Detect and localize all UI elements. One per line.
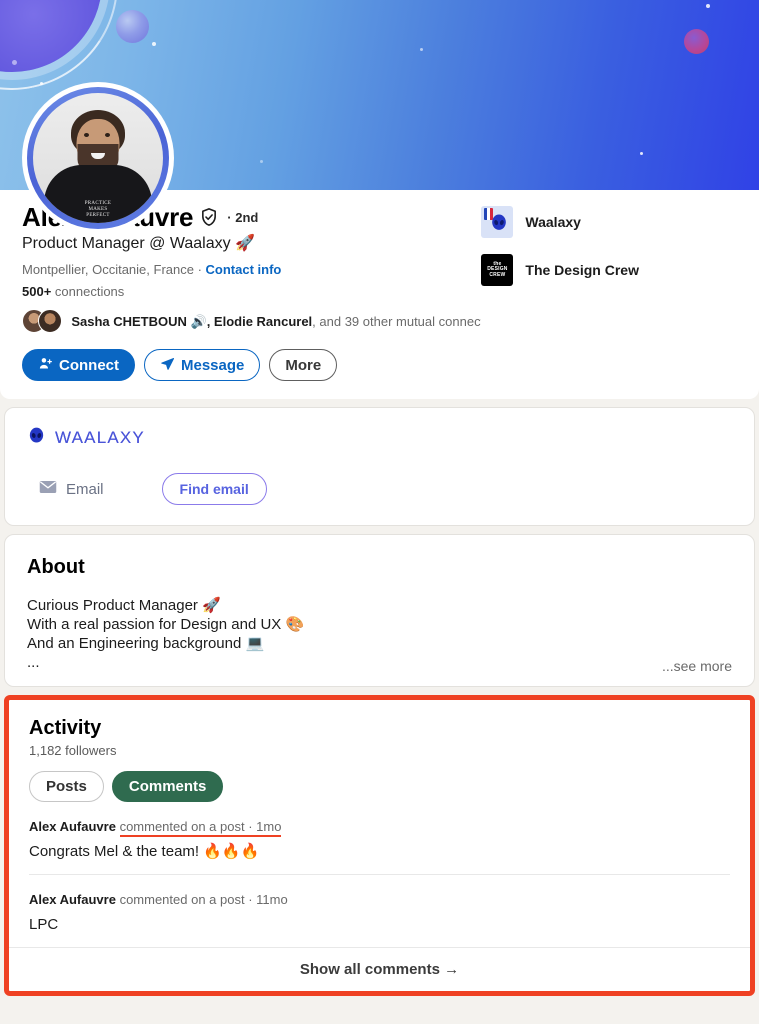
tab-comments[interactable]: Comments [111,771,224,802]
comment-author: Alex Aufauvre [29,819,116,834]
waalaxy-alien-icon [27,426,46,450]
star-decoration [640,152,643,155]
verified-shield-icon[interactable] [199,207,219,227]
profile-actions: Connect Message More [22,349,481,381]
mutual-connections-row[interactable]: Sasha CHETBOUN 🔊, Elodie Rancurel, and 3… [22,309,481,333]
comment-meta: Alex Aufauvre commented on a post · 11mo [29,891,730,908]
contact-info-link[interactable]: Contact info [206,262,282,277]
find-email-label: Find email [179,481,249,497]
email-label-text: Email [66,480,104,498]
star-decoration [420,48,423,51]
show-all-comments-button[interactable]: Show all comments → [9,947,750,991]
comment-action: commented on a post · 1mo [119,819,282,837]
connection-degree: · 2nd [227,209,259,225]
planet-small-icon [116,10,149,43]
find-email-button[interactable]: Find email [161,473,267,505]
star-decoration [152,42,156,46]
comment-author: Alex Aufauvre [29,892,116,907]
connections-count[interactable]: 500+ connections [22,283,481,300]
star-decoration [706,4,710,8]
company-list: Waalaxy the DESIGN CREW The Design Crew [481,202,735,302]
company-name: Waalaxy [525,214,581,230]
activity-card: Activity 1,182 followers Posts Comments … [9,700,750,947]
comment-meta: Alex Aufauvre commented on a post · 1mo [29,818,730,837]
activity-card-highlight: Activity 1,182 followers Posts Comments … [4,695,755,996]
tab-comments-label: Comments [128,778,207,795]
mutual-avatars [22,309,63,333]
the-design-crew-logo-text: the DESIGN CREW [487,260,508,278]
email-field-label: Email [39,480,104,498]
person-plus-icon [38,356,53,375]
waalaxy-header: WAALAXY [27,426,732,450]
tab-posts-label: Posts [46,778,87,795]
comment-action: commented on a post · 11mo [119,892,288,907]
comment-body: LPC [29,916,59,933]
more-button[interactable]: More [269,349,338,381]
avatar[interactable]: PRACTICE MAKES PERFECT [22,82,174,234]
mutual-names: Sasha CHETBOUN 🔊, Elodie Rancurel [71,313,313,329]
connections-number: 500+ [22,284,52,299]
message-label: Message [181,356,245,374]
activity-title: Activity [29,717,102,739]
waalaxy-alien-logo-icon [481,206,514,238]
star-decoration [12,60,17,65]
location-row: Montpellier, Occitanie, France · Contact… [22,261,481,278]
tab-posts[interactable]: Posts [29,771,104,802]
planet-pink-icon [684,29,709,54]
see-more-link[interactable]: ...see more [662,658,732,674]
company-name: The Design Crew [525,262,639,278]
linkedin-profile-page: PRACTICE MAKES PERFECT Alex Aufauvre · 2… [0,0,759,1024]
activity-filter-tabs: Posts Comments [29,771,730,802]
avatar-photo: PRACTICE MAKES PERFECT [33,93,163,223]
show-all-comments-label: Show all comments → [299,961,460,978]
avatar-ring: PRACTICE MAKES PERFECT [27,87,169,229]
mutual-connections-text: Sasha CHETBOUN 🔊, Elodie Rancurel, and 3… [71,313,481,330]
waalaxy-title: WAALAXY [55,428,145,447]
company-row-the-design-crew[interactable]: the DESIGN CREW The Design Crew [481,254,639,286]
message-button[interactable]: Message [144,349,261,381]
about-text: Curious Product Manager 🚀 With a real pa… [27,597,305,671]
send-paper-plane-icon [160,356,175,375]
followers-count: 1,182 followers [29,743,117,758]
connect-label: Connect [59,356,119,374]
connections-label: connections [51,284,125,299]
list-item[interactable]: Alex Aufauvre commented on a post · 11mo… [29,874,730,947]
profile-headline: Product Manager @ Waalaxy 🚀 [22,235,255,252]
star-decoration [260,160,263,163]
mutual-avatar-icon [38,309,62,333]
mutual-suffix: , and 39 other mutual connections [312,313,481,329]
the-design-crew-logo-icon: the DESIGN CREW [481,254,514,286]
about-card: About Curious Product Manager 🚀 With a r… [4,534,755,687]
profile-header-card: PRACTICE MAKES PERFECT Alex Aufauvre · 2… [0,0,759,399]
company-row-waalaxy[interactable]: Waalaxy [481,206,639,238]
location-text: Montpellier, Occitanie, France · [22,262,202,277]
list-item[interactable]: Alex Aufauvre commented on a post · 1mo … [29,802,730,874]
more-label: More [285,356,322,374]
envelope-icon [39,480,57,498]
avatar-shirt-text: PRACTICE MAKES PERFECT [84,201,112,218]
connect-button[interactable]: Connect [22,349,135,381]
star-decoration [40,82,43,85]
waalaxy-extension-card: WAALAXY Email Find email [4,407,755,526]
comment-body: Congrats Mel & the team! 🔥🔥🔥 [29,843,260,860]
waalaxy-email-row: Email Find email [27,473,732,505]
about-title: About [27,556,85,578]
